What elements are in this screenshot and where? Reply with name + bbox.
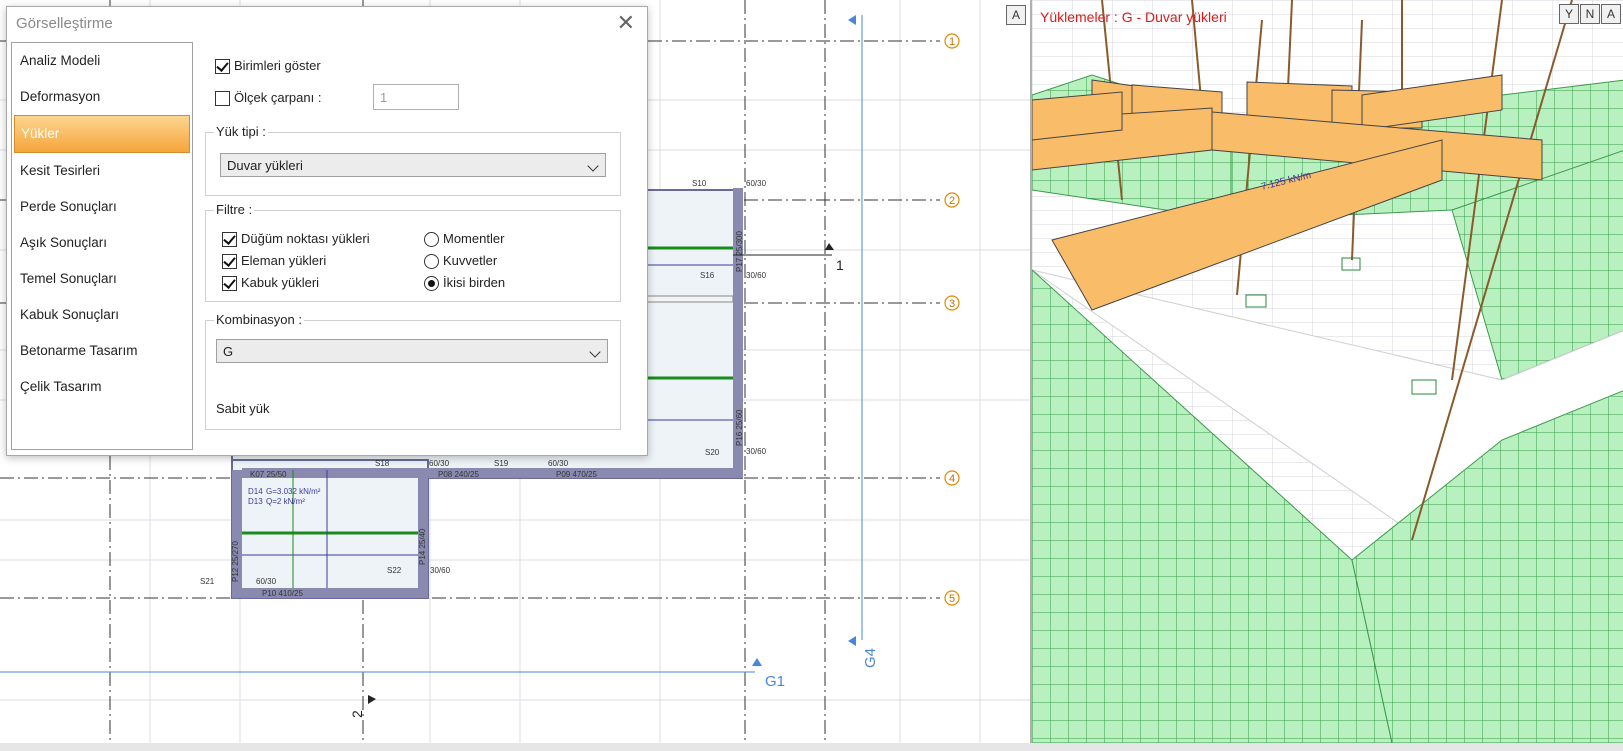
moments-option[interactable]: Momentler [424,231,505,248]
element-loads-checkbox[interactable] [222,254,237,270]
forces-radio[interactable] [424,254,439,270]
loads-panel: Birimleri göster Ölçek çarpanı : 1 Yük t… [197,42,639,448]
label-dim: 60/30 [429,459,450,468]
label-dim: 30/60 [430,566,451,575]
show-units-option[interactable]: Birimleri göster [215,58,321,75]
label-d13: D13 [248,497,263,506]
show-units-checkbox[interactable] [215,59,230,75]
combination-title: Kombinasyon : [214,312,304,327]
scale-factor-option[interactable]: Ölçek çarpanı : [215,90,322,107]
combination-group: Kombinasyon : G Sabit yük [205,312,621,430]
grid-label-g4: G4 [862,648,879,668]
element-loads-option[interactable]: Eleman yükleri [222,253,327,270]
axis-label-5: 5 [949,593,955,605]
label-s19: S19 [494,459,509,468]
3d-load-view[interactable]: Yüklemeler : G - Duvar yükleri Y N A 7.1… [1030,0,1623,743]
both-option[interactable]: İkisi birden [424,275,506,292]
label-p14: P14 25/40 [418,528,427,565]
scale-factor-label: Ölçek çarpanı : [234,90,322,105]
3d-view-toolbar: Y N A [1558,4,1621,24]
chevron-down-icon [587,160,599,172]
nav-item-foundation-results[interactable]: Temel Sonuçları [12,261,192,297]
moments-label: Momentler [443,231,505,246]
nav-item-analysis-model[interactable]: Analiz Modeli [12,43,192,79]
chevron-down-icon [589,346,601,358]
nav-item-steel-design[interactable]: Çelik Tasarım [12,369,192,405]
both-label: İkisi birden [443,275,506,290]
label-p08: P08 240/25 [438,470,479,479]
label-p17: P17 25/300 [735,231,744,272]
both-radio[interactable] [424,276,439,292]
nav-item-loads[interactable]: Yükler [14,115,190,153]
axis-label-4: 4 [949,473,955,485]
grid-label-g1: G1 [765,673,785,690]
forces-label: Kuvvetler [443,253,498,268]
moments-radio[interactable] [424,232,439,248]
label-s10: S10 [692,179,707,188]
label-s22: S22 [387,566,402,575]
axis-label-1: 1 [949,36,955,48]
load-type-select[interactable]: Duvar yükleri [220,153,606,177]
nav-item-purlin-results[interactable]: Aşık Sonuçları [12,225,192,261]
node-loads-option[interactable]: Düğüm noktası yükleri [222,231,370,248]
axis-label-2: 2 [949,195,955,207]
nav-item-shell-results[interactable]: Kabuk Sonuçları [12,297,192,333]
filter-title: Filtre : [214,202,255,217]
3d-model-drawing[interactable]: 7.125 kN/m [1032,0,1623,743]
3d-view-title: Yüklemeler : G - Duvar yükleri [1040,9,1227,25]
nav-item-section-forces[interactable]: Kesit Tesirleri [12,153,192,189]
load-type-value: Duvar yükleri [227,158,303,173]
section-label-2: 2 [349,710,365,718]
3d-view-button[interactable]: N [1580,4,1600,24]
label-p10: P10 410/25 [262,589,303,598]
filter-group: Filtre : Düğüm noktası yükleri Eleman yü… [205,202,621,302]
node-loads-label: Düğüm noktası yükleri [241,231,370,246]
label-d14: D14 [248,487,263,496]
visualization-dialog[interactable]: Görselleştirme ✕ Analiz Modeli Deformasy… [6,6,648,456]
combination-select[interactable]: G [216,339,608,363]
status-bar [0,743,1623,751]
scale-factor-checkbox[interactable] [215,91,230,107]
label-load-g: G=3.032 kN/m² [266,487,321,496]
element-loads-label: Eleman yükleri [241,253,327,268]
node-loads-checkbox[interactable] [222,232,237,248]
combination-value: G [223,344,234,359]
3d-view-button[interactable]: Y [1559,4,1579,24]
3d-view-button[interactable]: A [1601,4,1621,24]
scale-factor-input[interactable]: 1 [373,84,459,110]
label-p12: P12 25/270 [231,541,240,582]
dialog-title: Görselleştirme [16,15,113,32]
shell-loads-checkbox[interactable] [222,276,237,292]
label-dim: 60/30 [746,179,767,188]
forces-option[interactable]: Kuvvetler [424,253,498,270]
label-s16: S16 [700,271,715,280]
close-icon[interactable]: ✕ [617,12,635,34]
section-label-1: 1 [836,257,844,273]
nav-item-deformation[interactable]: Deformasyon [12,79,192,115]
load-type-group: Yük tipi : Duvar yükleri [205,124,621,196]
show-units-label: Birimleri göster [234,58,321,73]
plan-view-button[interactable]: A [1006,5,1026,25]
nav-item-shearwall-results[interactable]: Perde Sonuçları [12,189,192,225]
label-k07: K07 25/50 [250,470,287,479]
axis-label-3: 3 [949,298,955,310]
category-list: Analiz Modeli Deformasyon Yükler Kesit T… [11,42,193,450]
label-load-q: Q=2 kN/m² [266,497,305,506]
label-dim: 30/60 [746,447,767,456]
shell-loads-option[interactable]: Kabuk yükleri [222,275,320,292]
load-type-title: Yük tipi : [214,124,268,139]
label-s18: S18 [375,459,390,468]
label-p09: P09 470/25 [556,470,597,479]
label-dim: 30/60 [746,271,767,280]
nav-item-rc-design[interactable]: Betonarme Tasarım [12,333,192,369]
label-s21: S21 [200,577,215,586]
fixed-load-label: Sabit yük [216,401,270,416]
shell-loads-label: Kabuk yükleri [241,275,320,290]
label-s20: S20 [705,448,720,457]
label-dim: 60/30 [256,577,277,586]
label-dim: 60/30 [548,459,569,468]
label-p16: P16 25/60 [735,409,744,446]
